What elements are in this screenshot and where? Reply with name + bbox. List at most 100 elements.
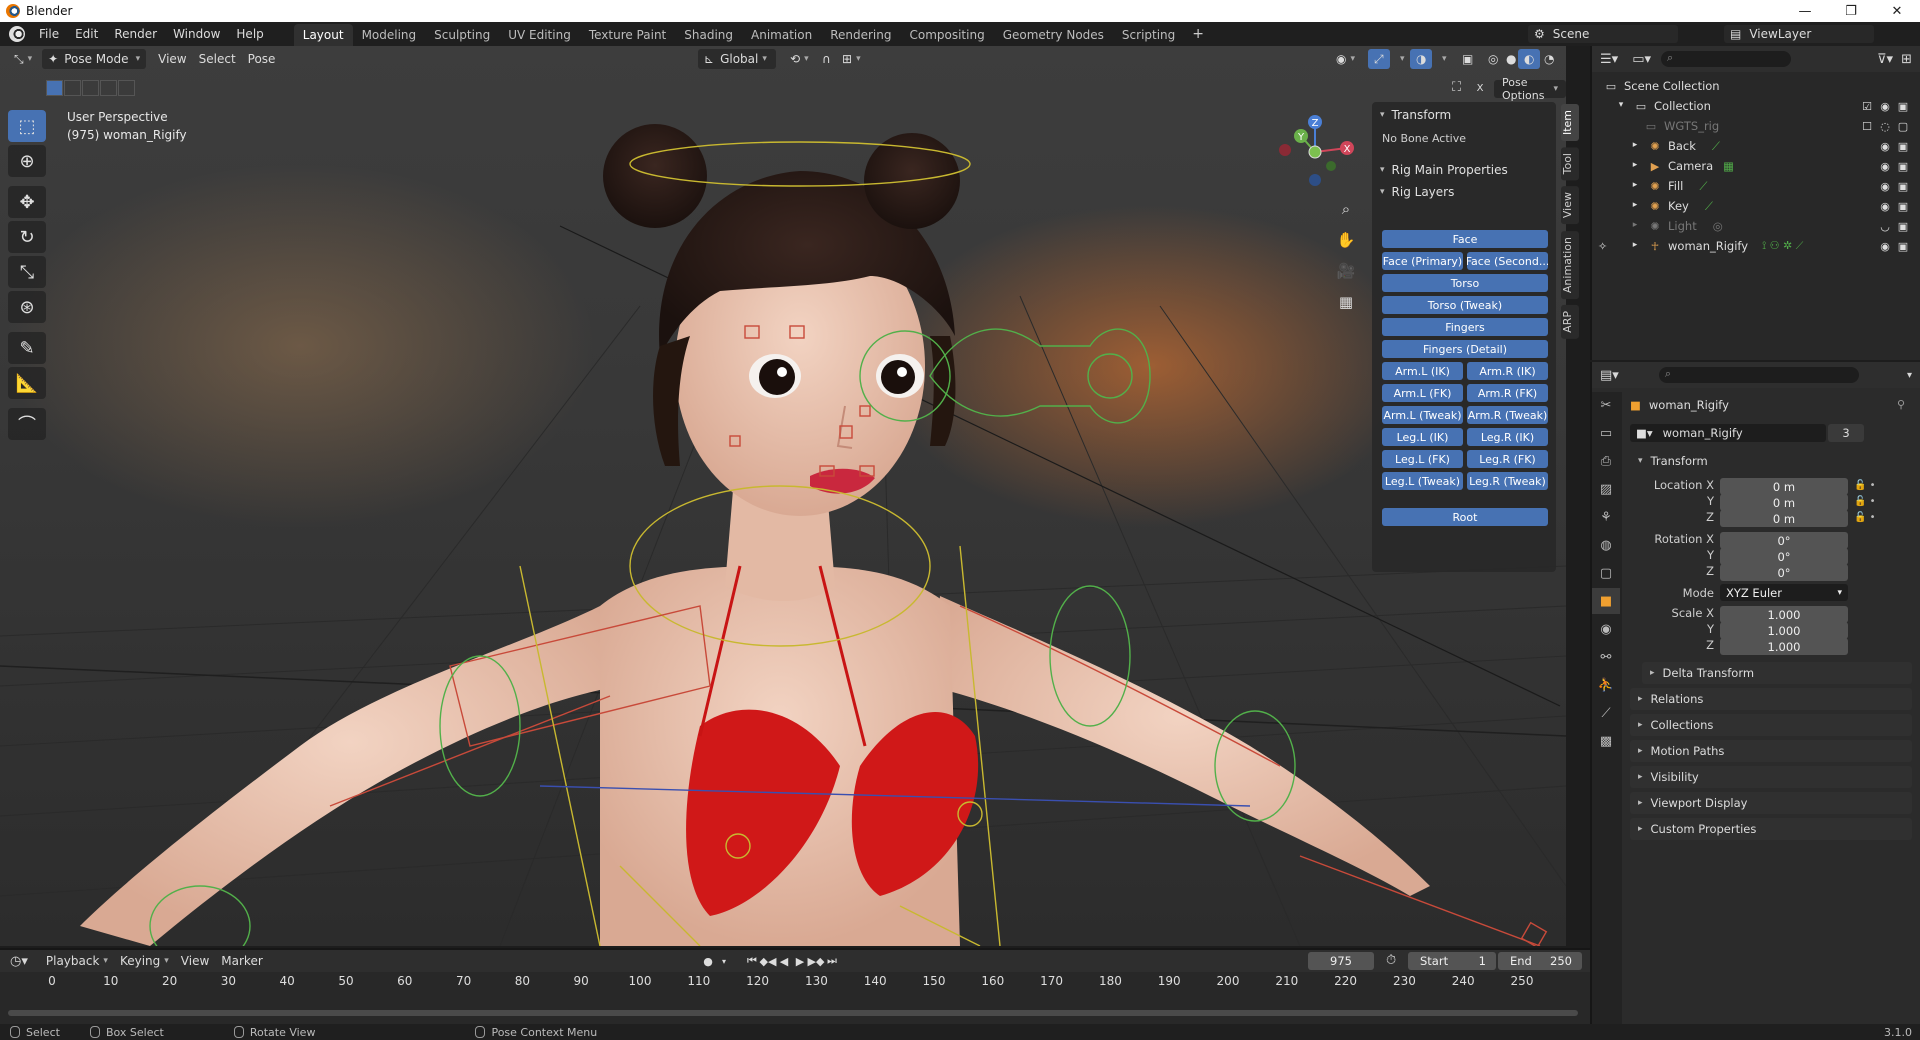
tab-sculpting[interactable]: Sculpting bbox=[425, 24, 499, 46]
tab-item[interactable]: Item bbox=[1561, 104, 1579, 142]
rig-layers-header[interactable]: ▾ Rig Layers bbox=[1372, 181, 1556, 203]
scale-x-field[interactable]: 1.000 bbox=[1720, 606, 1848, 623]
transform-panel-header[interactable]: ▾ Transform bbox=[1630, 450, 1912, 472]
gizmo-neg-z-axis[interactable] bbox=[1309, 174, 1321, 186]
render-tab[interactable]: ▭ bbox=[1592, 420, 1620, 446]
timeline-view-menu[interactable]: View bbox=[175, 951, 215, 971]
camera-render-icon[interactable]: ▣ bbox=[1894, 100, 1912, 113]
world-tab[interactable]: ◍ bbox=[1592, 532, 1620, 558]
transform-panel-header[interactable]: ▾ Transform bbox=[1372, 104, 1556, 126]
tab-layout[interactable]: Layout bbox=[293, 24, 353, 46]
scene-selector[interactable]: ⚙ Scene bbox=[1528, 25, 1678, 43]
filter-icon[interactable]: ⊽▾ bbox=[1877, 52, 1893, 67]
outliner-item-wgts-rig[interactable]: ▭ WGTS_rig ☐ ◌ ▢ bbox=[1592, 116, 1920, 136]
outliner-item-key[interactable]: ▸ ✺ Key ⟋ ◉ ▣ bbox=[1592, 196, 1920, 216]
tab-geometry-nodes[interactable]: Geometry Nodes bbox=[994, 24, 1113, 46]
view-layer-tab[interactable]: ▨ bbox=[1592, 476, 1620, 502]
display-mode-icon[interactable]: ▭▾ bbox=[1632, 52, 1651, 67]
menu-window[interactable]: Window bbox=[165, 22, 228, 46]
editor-type-button[interactable]: ⤡ ▾ bbox=[8, 49, 38, 69]
record-button[interactable]: ● bbox=[700, 952, 716, 970]
layer-torso-button[interactable]: Torso bbox=[1382, 274, 1548, 292]
prev-keyframe-button[interactable]: ◆◀ bbox=[760, 952, 777, 970]
tab-rendering[interactable]: Rendering bbox=[821, 24, 900, 46]
camera-render-icon[interactable]: ▣ bbox=[1894, 160, 1912, 173]
camera-render-icon[interactable]: ▣ bbox=[1894, 140, 1912, 153]
object-data-tab[interactable]: ⛹ bbox=[1592, 672, 1620, 698]
outliner-search-input[interactable]: ⌕ bbox=[1661, 51, 1791, 67]
pan-button[interactable]: ✋ bbox=[1333, 227, 1359, 253]
relations-panel-header[interactable]: ▸ Relations bbox=[1630, 688, 1912, 710]
marker-menu[interactable]: Marker bbox=[215, 951, 268, 971]
pin-icon[interactable]: ⚲ bbox=[1897, 398, 1905, 411]
gizmo-dropdown[interactable]: ▾ bbox=[1390, 49, 1411, 69]
layer-root-button[interactable]: Root bbox=[1382, 508, 1548, 526]
overlay-dropdown[interactable]: ▾ bbox=[1432, 49, 1453, 69]
users-count[interactable]: 3 bbox=[1828, 424, 1864, 442]
view-layer-selector[interactable]: ▤ ViewLayer bbox=[1724, 25, 1874, 43]
camera-render-icon[interactable]: ▣ bbox=[1894, 180, 1912, 193]
zoom-button[interactable]: ⌕ bbox=[1333, 196, 1359, 222]
layer-face-secondary-button[interactable]: Face (Second... bbox=[1467, 252, 1548, 270]
select-subtract-button[interactable] bbox=[82, 80, 99, 96]
outliner-item-fill[interactable]: ▸ ✺ Fill ⟋ ◉ ▣ bbox=[1592, 176, 1920, 196]
layer-leg-r-fk-button[interactable]: Leg.R (FK) bbox=[1467, 450, 1548, 468]
outliner-item-light[interactable]: ▸ ✺ Light ◎ ◡ ▣ bbox=[1592, 216, 1920, 236]
outliner-item-woman-rigify[interactable]: ✧ ▸ ☥ woman_Rigify ⟟ ⚇ ✲ ⟋ ◉ ▣ bbox=[1592, 236, 1920, 256]
blender-logo-icon[interactable] bbox=[9, 26, 25, 42]
gizmo-neg-y-axis[interactable] bbox=[1326, 161, 1336, 171]
collections-panel-header[interactable]: ▸ Collections bbox=[1630, 714, 1912, 736]
outliner-editor-type-icon[interactable]: ☰▾ bbox=[1600, 52, 1618, 67]
layer-face-primary-button[interactable]: Face (Primary) bbox=[1382, 252, 1463, 270]
layer-fingers-detail-button[interactable]: Fingers (Detail) bbox=[1382, 340, 1548, 358]
pivot-point-button[interactable]: ⟲ ▾ bbox=[784, 49, 815, 69]
timeline-ruler[interactable]: 0 10 20 30 40 50 60 70 80 90 100 110 120 130 140 150 160… bbox=[0, 974, 1590, 994]
camera-render-icon[interactable]: ▢ bbox=[1894, 120, 1912, 133]
outliner-collection[interactable]: ▾ ▭ Collection ☑ ◉ ▣ bbox=[1592, 96, 1920, 116]
tab-modeling[interactable]: Modeling bbox=[353, 24, 426, 46]
record-dropdown[interactable]: ▾ bbox=[716, 952, 732, 970]
layer-fingers-button[interactable]: Fingers bbox=[1382, 318, 1548, 336]
eye-icon[interactable]: ◉ bbox=[1876, 200, 1894, 213]
lock-icon[interactable]: 🔓 • bbox=[1854, 478, 1904, 494]
navigation-gizmo[interactable]: Z X Y bbox=[1275, 110, 1355, 190]
pose-options-dropdown[interactable]: Pose Options ▾ bbox=[1494, 76, 1566, 102]
start-frame-field[interactable]: Start 1 bbox=[1408, 952, 1496, 970]
checkbox-icon[interactable]: ☐ bbox=[1858, 120, 1876, 133]
viewport-display-panel-header[interactable]: ▸ Viewport Display bbox=[1630, 792, 1912, 814]
rotation-x-field[interactable]: 0° bbox=[1720, 532, 1848, 549]
gizmo-neg-x-axis[interactable] bbox=[1279, 144, 1291, 156]
tab-scripting[interactable]: Scripting bbox=[1113, 24, 1184, 46]
select-intersect-button[interactable] bbox=[118, 80, 135, 96]
gizmo-toggle[interactable]: ⤢ bbox=[1368, 49, 1390, 69]
eye-icon[interactable]: ◉ bbox=[1876, 160, 1894, 173]
rig-main-properties-header[interactable]: ▾ Rig Main Properties bbox=[1372, 159, 1556, 181]
maximize-button[interactable]: ❐ bbox=[1828, 0, 1874, 22]
timeline-editor-icon[interactable]: ◷▾ bbox=[10, 954, 28, 969]
viewport-menu-select[interactable]: Select bbox=[193, 49, 242, 69]
transform-orientation-dropdown[interactable]: ⊾ Global ▾ bbox=[698, 49, 776, 69]
eye-icon[interactable]: ◉ bbox=[1876, 180, 1894, 193]
play-button[interactable]: ▶ bbox=[792, 952, 808, 970]
measure-tool[interactable]: 📐 bbox=[8, 367, 46, 399]
layer-leg-r-tweak-button[interactable]: Leg.R (Tweak) bbox=[1467, 472, 1548, 490]
close-panel-icon[interactable]: X bbox=[1472, 80, 1488, 96]
playback-menu[interactable]: Playback ▾ bbox=[40, 951, 114, 971]
lock-icon[interactable]: 🔓 • bbox=[1854, 494, 1904, 510]
bone-tab[interactable]: ⟋ bbox=[1592, 700, 1620, 726]
snap-toggle[interactable]: ∩ bbox=[816, 49, 837, 69]
transform-gizmo-toggle[interactable]: ⛶ bbox=[1452, 80, 1461, 95]
tab-sidebar-animation[interactable]: Animation bbox=[1561, 230, 1579, 299]
mode-selector[interactable]: ✦ Pose Mode ▾ bbox=[42, 49, 147, 69]
viewport-menu-view[interactable]: View bbox=[152, 49, 192, 69]
layer-arm-l-tweak-button[interactable]: Arm.L (Tweak) bbox=[1382, 406, 1463, 424]
camera-render-icon[interactable]: ▣ bbox=[1894, 200, 1912, 213]
tab-tool[interactable]: Tool bbox=[1561, 147, 1579, 181]
location-z-field[interactable]: 0 m bbox=[1720, 510, 1848, 527]
tab-animation[interactable]: Animation bbox=[742, 24, 821, 46]
modifier-tab[interactable]: ◉ bbox=[1592, 616, 1620, 642]
rotation-mode-dropdown[interactable]: XYZ Euler ▾ bbox=[1720, 584, 1848, 601]
camera-render-icon[interactable]: ▣ bbox=[1894, 220, 1912, 233]
scale-z-field[interactable]: 1.000 bbox=[1720, 638, 1848, 655]
move-tool[interactable]: ✥ bbox=[8, 186, 46, 218]
